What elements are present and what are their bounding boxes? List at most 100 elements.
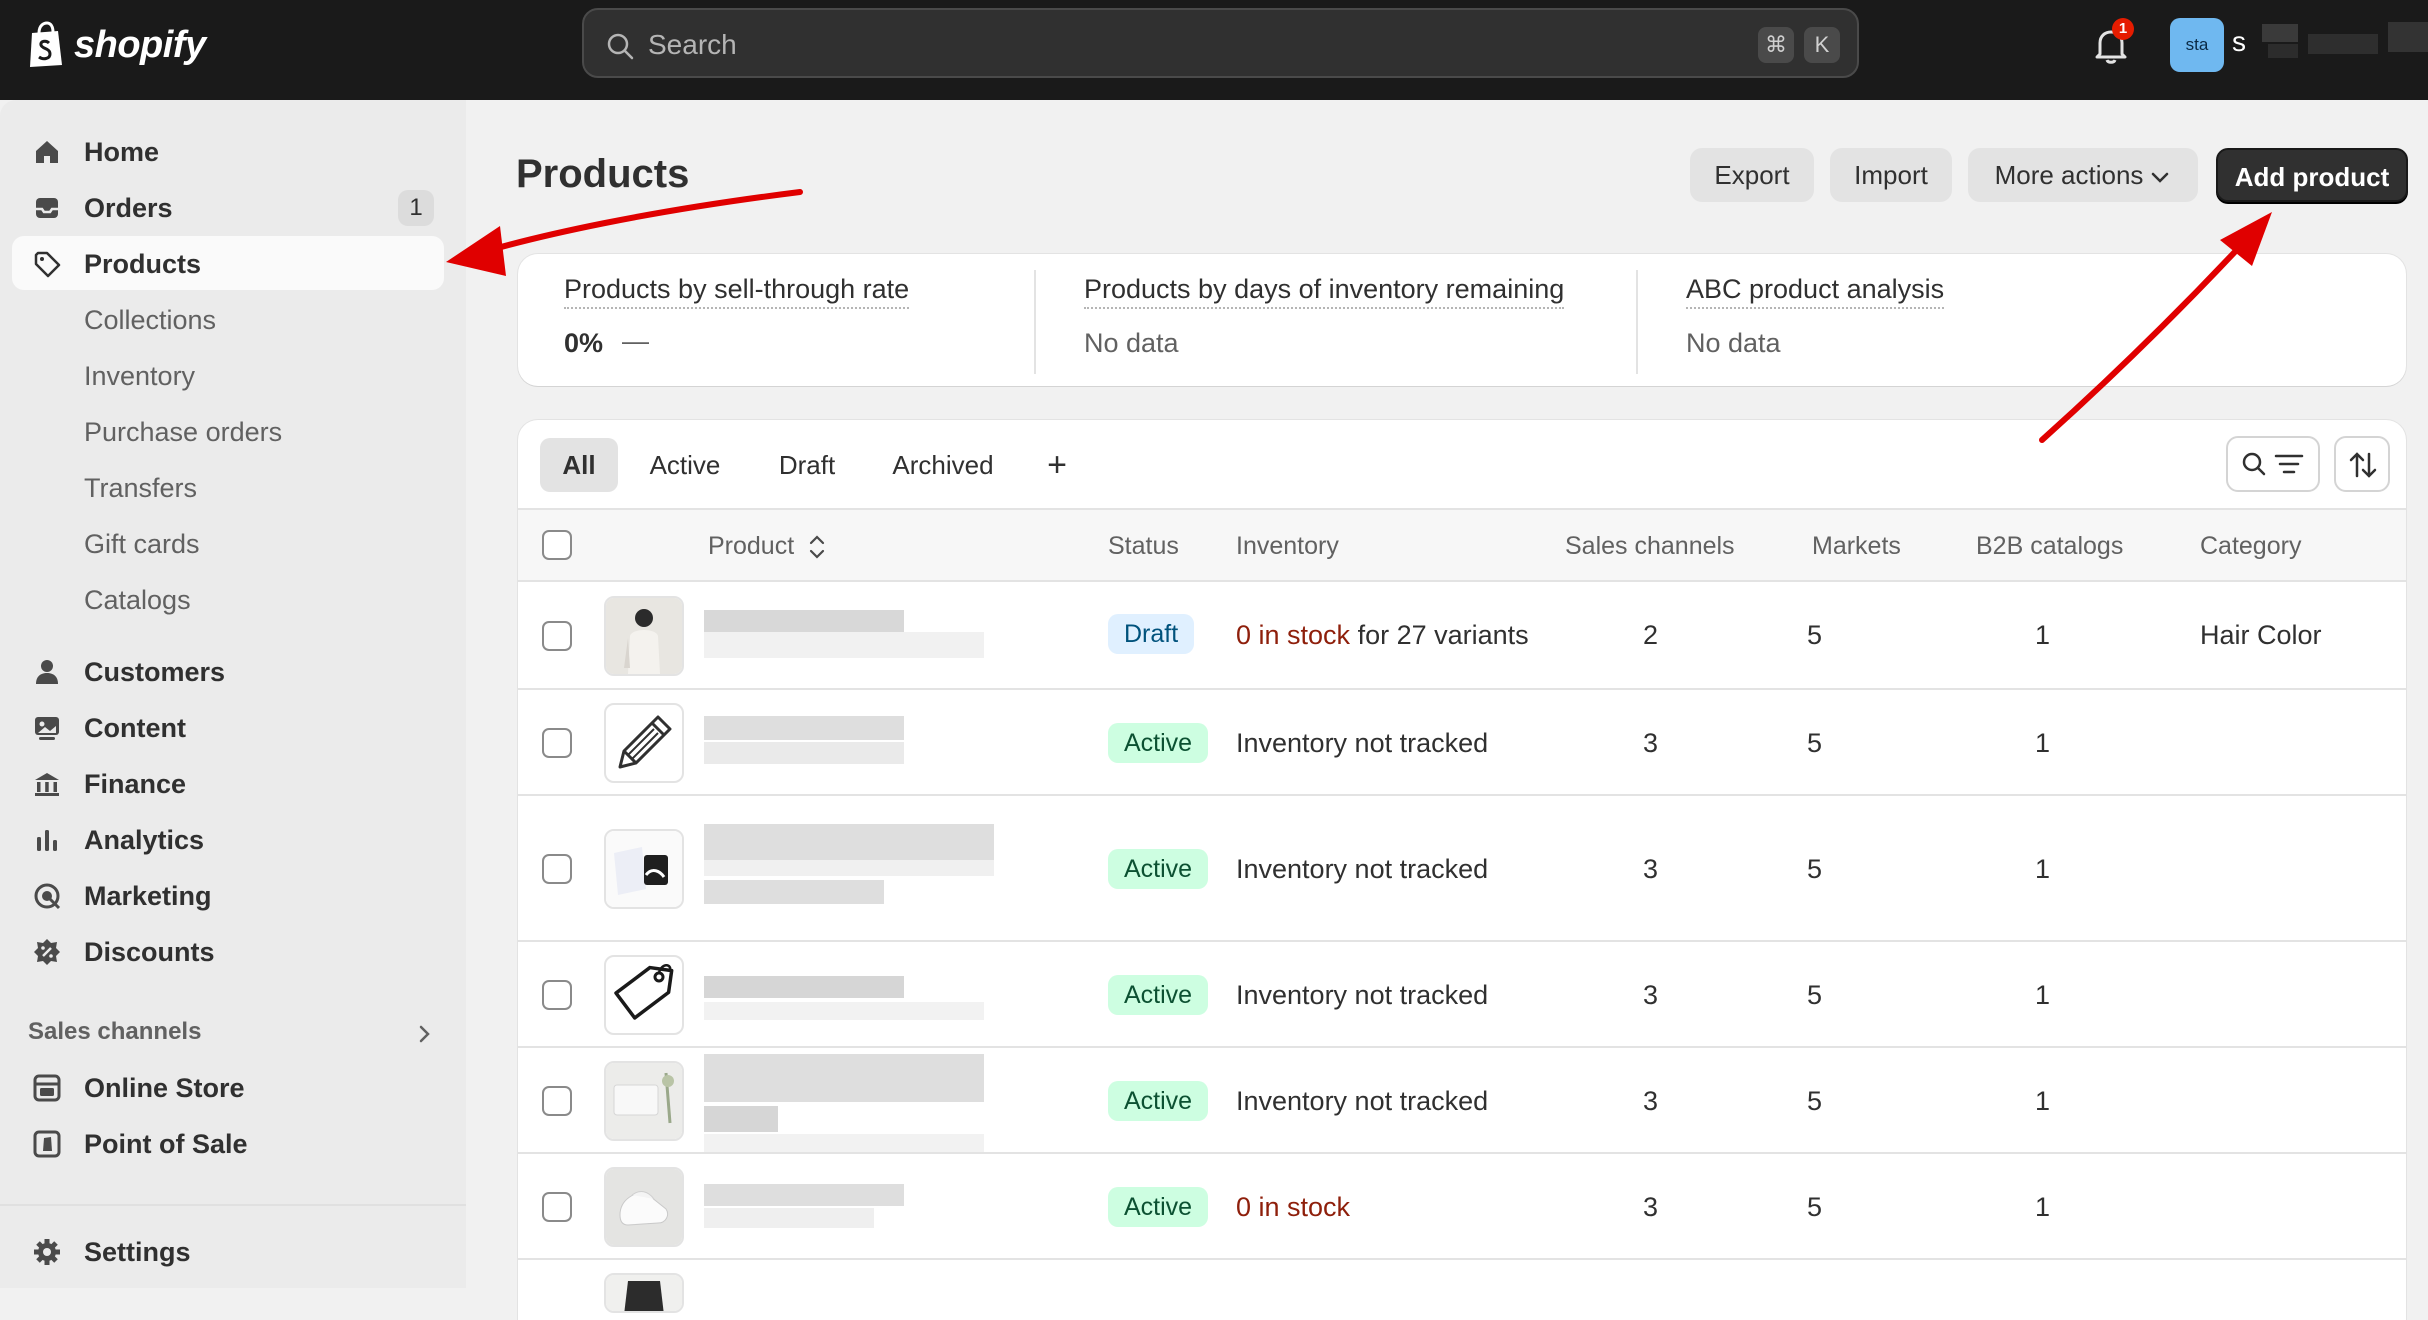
import-button[interactable]: Import: [1830, 148, 1952, 202]
store-name[interactable]: s: [2232, 26, 2246, 58]
sidebar-item-online-store[interactable]: Online Store: [12, 1060, 444, 1114]
search-filter-icon: [2242, 452, 2304, 476]
product-thumbnail: [604, 1061, 684, 1141]
search-icon: [607, 33, 634, 60]
sidebar-item-purchase-orders[interactable]: Purchase orders: [12, 404, 444, 458]
table-row[interactable]: Active Inventory not tracked 3 5 1: [518, 942, 2406, 1048]
sidebar-item-gift-cards[interactable]: Gift cards: [12, 516, 444, 570]
markets-count: 5: [1806, 980, 1822, 1010]
column-header-sales-channels[interactable]: Sales channels: [1565, 532, 1735, 561]
sort-button[interactable]: [2334, 436, 2390, 492]
sidebar-item-customers[interactable]: Customers: [12, 644, 444, 698]
table-row[interactable]: Draft 0 in stock for 27 variants 2 5 1 H…: [518, 582, 2406, 690]
sidebar-item-label: Transfers: [84, 473, 198, 503]
sidebar-item-label: Gift cards: [84, 529, 200, 559]
row-checkbox[interactable]: [542, 728, 572, 758]
column-header-status[interactable]: Status: [1108, 532, 1179, 561]
b2b-catalogs-count: 1: [2034, 854, 2050, 884]
sidebar-item-discounts[interactable]: Discounts: [12, 924, 444, 978]
add-product-button[interactable]: Add product: [2216, 148, 2408, 202]
abc-analysis-metric-title[interactable]: ABC product analysis: [1686, 274, 1945, 309]
sidebar-item-content[interactable]: Content: [12, 700, 444, 754]
sidebar-item-collections[interactable]: Collections: [12, 292, 444, 346]
sort-toggle-icon[interactable]: [806, 532, 828, 562]
sidebar-item-settings[interactable]: Settings: [12, 1224, 444, 1278]
row-checkbox[interactable]: [542, 980, 572, 1010]
sidebar-item-catalogs[interactable]: Catalogs: [12, 572, 444, 626]
tab-active[interactable]: Active: [632, 438, 738, 492]
product-thumbnail: [604, 955, 684, 1035]
sidebar-item-home[interactable]: Home: [12, 124, 444, 178]
sidebar-item-orders[interactable]: Orders 1: [12, 180, 444, 234]
sell-through-metric-title[interactable]: Products by sell-through rate: [564, 274, 910, 309]
k-key: K: [1804, 27, 1840, 63]
sidebar-item-transfers[interactable]: Transfers: [12, 460, 444, 514]
column-header-category[interactable]: Category: [2200, 532, 2301, 561]
tab-archived[interactable]: Archived: [876, 438, 1010, 492]
sidebar-item-point-of-sale[interactable]: Point of Sale: [12, 1116, 444, 1170]
column-header-inventory[interactable]: Inventory: [1236, 532, 1339, 561]
tab-draft[interactable]: Draft: [758, 438, 856, 492]
sidebar-item-label: Marketing: [84, 881, 212, 911]
search-input[interactable]: Search ⌘ K: [582, 8, 1859, 78]
sales-channels-heading[interactable]: Sales channels: [28, 1018, 201, 1046]
table-row[interactable]: Active Inventory not tracked 3 5 1: [518, 690, 2406, 796]
sidebar-item-label: Products: [84, 249, 202, 279]
days-inventory-value: No data: [1084, 328, 1179, 358]
sidebar-item-label: Purchase orders: [84, 417, 283, 447]
column-header-b2b-catalogs[interactable]: B2B catalogs: [1976, 532, 2123, 561]
discount-icon: [34, 939, 60, 965]
product-thumbnail: [604, 1273, 684, 1313]
more-actions-button[interactable]: More actions: [1968, 148, 2198, 202]
column-header-product[interactable]: Product: [708, 532, 794, 561]
shopify-wordmark: shopify: [74, 23, 206, 66]
sales-channels-count: 3: [1642, 1192, 1658, 1222]
sidebar-item-marketing[interactable]: Marketing: [12, 868, 444, 922]
pos-icon: [33, 1130, 61, 1158]
table-row[interactable]: Active Inventory not tracked 3 5 1: [518, 796, 2406, 942]
avatar[interactable]: sta: [2170, 18, 2224, 72]
notification-badge: 1: [2112, 18, 2134, 40]
sell-through-trend: —: [622, 326, 649, 356]
add-view-button[interactable]: +: [1030, 438, 1084, 492]
sidebar-item-inventory[interactable]: Inventory: [12, 348, 444, 402]
table-row[interactable]: [518, 1260, 2406, 1313]
status-badge: Active: [1108, 1081, 1209, 1121]
sidebar-item-label: Catalogs: [84, 585, 191, 615]
sidebar-item-finance[interactable]: Finance: [12, 756, 444, 810]
row-checkbox[interactable]: [542, 1086, 572, 1116]
store-name-redacted: [2248, 18, 2428, 64]
sidebar-item-products[interactable]: Products: [12, 236, 444, 290]
gear-icon: [34, 1239, 60, 1265]
sidebar-item-label: Discounts: [84, 937, 215, 967]
inventory-text: Inventory not tracked: [1236, 980, 1488, 1011]
chevron-right-icon[interactable]: [412, 1022, 436, 1046]
row-checkbox[interactable]: [542, 854, 572, 884]
sidebar-item-label: Finance: [84, 769, 187, 799]
product-thumbnail: [604, 703, 684, 783]
category-text: Hair Color: [2200, 620, 2322, 650]
image-icon: [35, 717, 59, 740]
tab-all[interactable]: All: [540, 438, 618, 492]
sidebar-item-label: Home: [84, 137, 160, 167]
table-row[interactable]: Active Inventory not tracked 3 5 1: [518, 1048, 2406, 1154]
row-checkbox[interactable]: [542, 621, 572, 651]
metric-divider: [1034, 270, 1036, 374]
export-button[interactable]: Export: [1690, 148, 1814, 202]
table-row[interactable]: Active 0 in stock 3 5 1: [518, 1154, 2406, 1260]
product-thumbnail: [604, 829, 684, 909]
sidebar-item-label: Collections: [84, 305, 217, 335]
sidebar-divider: [0, 1204, 466, 1206]
inventory-warning: 0 in stock: [1236, 620, 1351, 650]
select-all-checkbox[interactable]: [542, 530, 572, 560]
person-icon: [36, 660, 58, 684]
row-checkbox[interactable]: [542, 1192, 572, 1222]
search-filter-button[interactable]: [2226, 436, 2320, 492]
table-header: Product Status Inventory Sales channels …: [518, 508, 2406, 582]
inventory-text: 0 in stock for 27 variants: [1236, 620, 1529, 651]
store-icon: [33, 1074, 61, 1102]
column-header-markets[interactable]: Markets: [1812, 532, 1901, 561]
days-inventory-metric-title[interactable]: Products by days of inventory remaining: [1084, 274, 1565, 309]
sidebar-item-analytics[interactable]: Analytics: [12, 812, 444, 866]
shopify-logo[interactable]: shopify: [26, 18, 206, 72]
